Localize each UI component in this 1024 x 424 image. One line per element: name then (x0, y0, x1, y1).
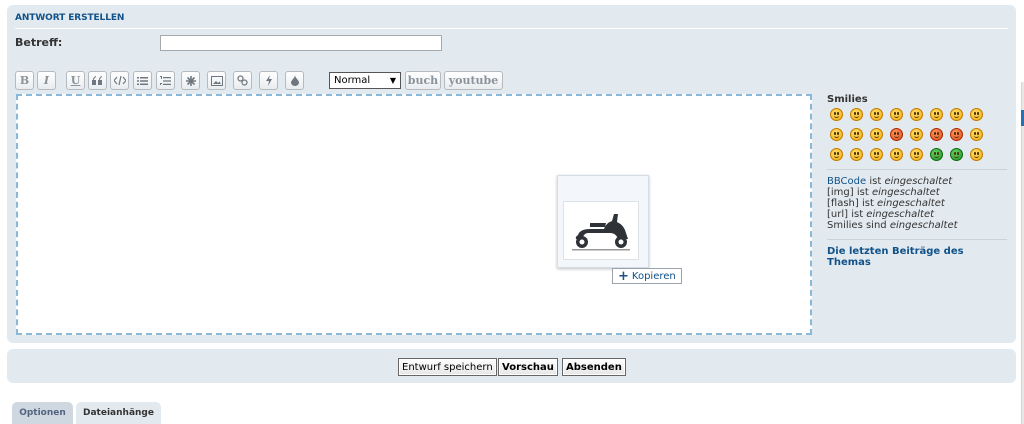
smiley-icon[interactable] (830, 108, 843, 121)
smiley-icon[interactable] (830, 128, 843, 141)
save-draft-button[interactable]: Entwurf speichern (398, 358, 497, 376)
subject-label: Betreff: (15, 36, 63, 49)
title-divider (15, 28, 1008, 29)
smiley-icon[interactable] (930, 148, 943, 161)
smiley-icon[interactable] (870, 148, 883, 161)
plus-icon: + (618, 268, 629, 284)
bbcode-link[interactable]: BBCode (827, 176, 866, 187)
unordered-list-icon (137, 76, 148, 85)
youtube-label: youtube (448, 74, 499, 87)
underline-icon: U (70, 74, 81, 87)
image-icon (210, 75, 223, 86)
status-img: [img] ist eingeschaltet (827, 187, 940, 198)
status-bbcode: BBCode ist eingeschaltet (827, 176, 953, 187)
status-flash: [flash] ist eingeschaltet (827, 198, 945, 209)
code-button[interactable] (110, 71, 129, 90)
preview-button[interactable]: Vorschau (498, 358, 558, 376)
smiley-icon[interactable] (970, 108, 983, 121)
smiley-icon[interactable] (950, 108, 963, 121)
reply-form-panel: ANTWORT ERSTELLEN Betreff: B I U Normal … (7, 5, 1016, 343)
smiley-icon[interactable] (910, 128, 923, 141)
smiley-icon[interactable] (830, 148, 843, 161)
smiley-icon[interactable] (910, 108, 923, 121)
message-textarea[interactable] (16, 94, 812, 335)
color-button[interactable] (285, 71, 304, 90)
sidebar-divider (827, 169, 1007, 170)
ordered-list-icon (160, 75, 171, 85)
drag-thumbnail (563, 201, 639, 260)
form-title: ANTWORT ERSTELLEN (15, 13, 125, 23)
bold-button[interactable]: B (15, 71, 34, 90)
link-icon (237, 75, 248, 86)
scooter-icon (572, 213, 630, 250)
smiley-icon[interactable] (850, 108, 863, 121)
buch-button[interactable]: buch (405, 71, 441, 90)
link-button[interactable] (233, 71, 252, 90)
font-size-value: Normal (334, 75, 371, 86)
quote-button[interactable] (88, 71, 107, 90)
smiley-icon[interactable] (930, 128, 943, 141)
smiley-icon[interactable] (950, 148, 963, 161)
drag-preview-card (557, 175, 649, 268)
subject-input[interactable] (160, 35, 442, 51)
unordered-list-button[interactable] (133, 71, 152, 90)
status-url: [url] ist eingeschaltet (827, 209, 935, 220)
italic-button[interactable]: I (37, 71, 56, 90)
smiley-icon[interactable] (890, 108, 903, 121)
flash-button[interactable] (259, 71, 278, 90)
smiley-icon[interactable] (970, 148, 983, 161)
smiley-icon[interactable] (930, 108, 943, 121)
smiley-icon[interactable] (910, 148, 923, 161)
color-icon (290, 75, 299, 86)
image-button[interactable] (207, 71, 226, 90)
italic-icon: I (43, 74, 50, 87)
sidebar-divider (827, 239, 1007, 240)
chevron-down-icon: ▼ (389, 76, 396, 85)
list-item-icon (185, 75, 196, 86)
code-icon (113, 76, 126, 85)
quote-icon (92, 76, 102, 85)
list-item-button[interactable] (181, 71, 200, 90)
smiley-icon[interactable] (890, 128, 903, 141)
submit-button[interactable]: Absenden (562, 358, 626, 376)
underline-button[interactable]: U (66, 71, 85, 90)
smilies-grid (830, 108, 1007, 161)
submit-panel: Entwurf speichern Vorschau Absenden (7, 349, 1016, 383)
copy-tooltip: + Kopieren (612, 268, 682, 284)
recent-posts-link[interactable]: Die letzten Beiträge des Themas (827, 246, 1007, 268)
copy-label: Kopieren (631, 270, 676, 282)
smiley-icon[interactable] (850, 148, 863, 161)
smilies-title: Smilies (827, 94, 868, 105)
smiley-icon[interactable] (870, 128, 883, 141)
smiley-icon[interactable] (890, 148, 903, 161)
tab-options[interactable]: Optionen (12, 402, 73, 424)
smiley-icon[interactable] (950, 128, 963, 141)
smiley-icon[interactable] (870, 108, 883, 121)
smiley-icon[interactable] (970, 128, 983, 141)
status-smilies: Smilies sind eingeschaltet (827, 220, 958, 231)
youtube-button[interactable]: youtube (444, 71, 503, 90)
font-size-select[interactable]: Normal ▼ (329, 72, 401, 89)
ordered-list-button[interactable] (156, 71, 175, 90)
bold-icon: B (19, 74, 30, 87)
flash-icon (265, 75, 272, 86)
buch-label: buch (407, 74, 439, 87)
smiley-icon[interactable] (850, 128, 863, 141)
editor-sidebar: Smilies BBCode ist eingeschaltet [img] i… (827, 94, 1007, 268)
tab-attachments[interactable]: Dateianhänge (76, 402, 161, 424)
